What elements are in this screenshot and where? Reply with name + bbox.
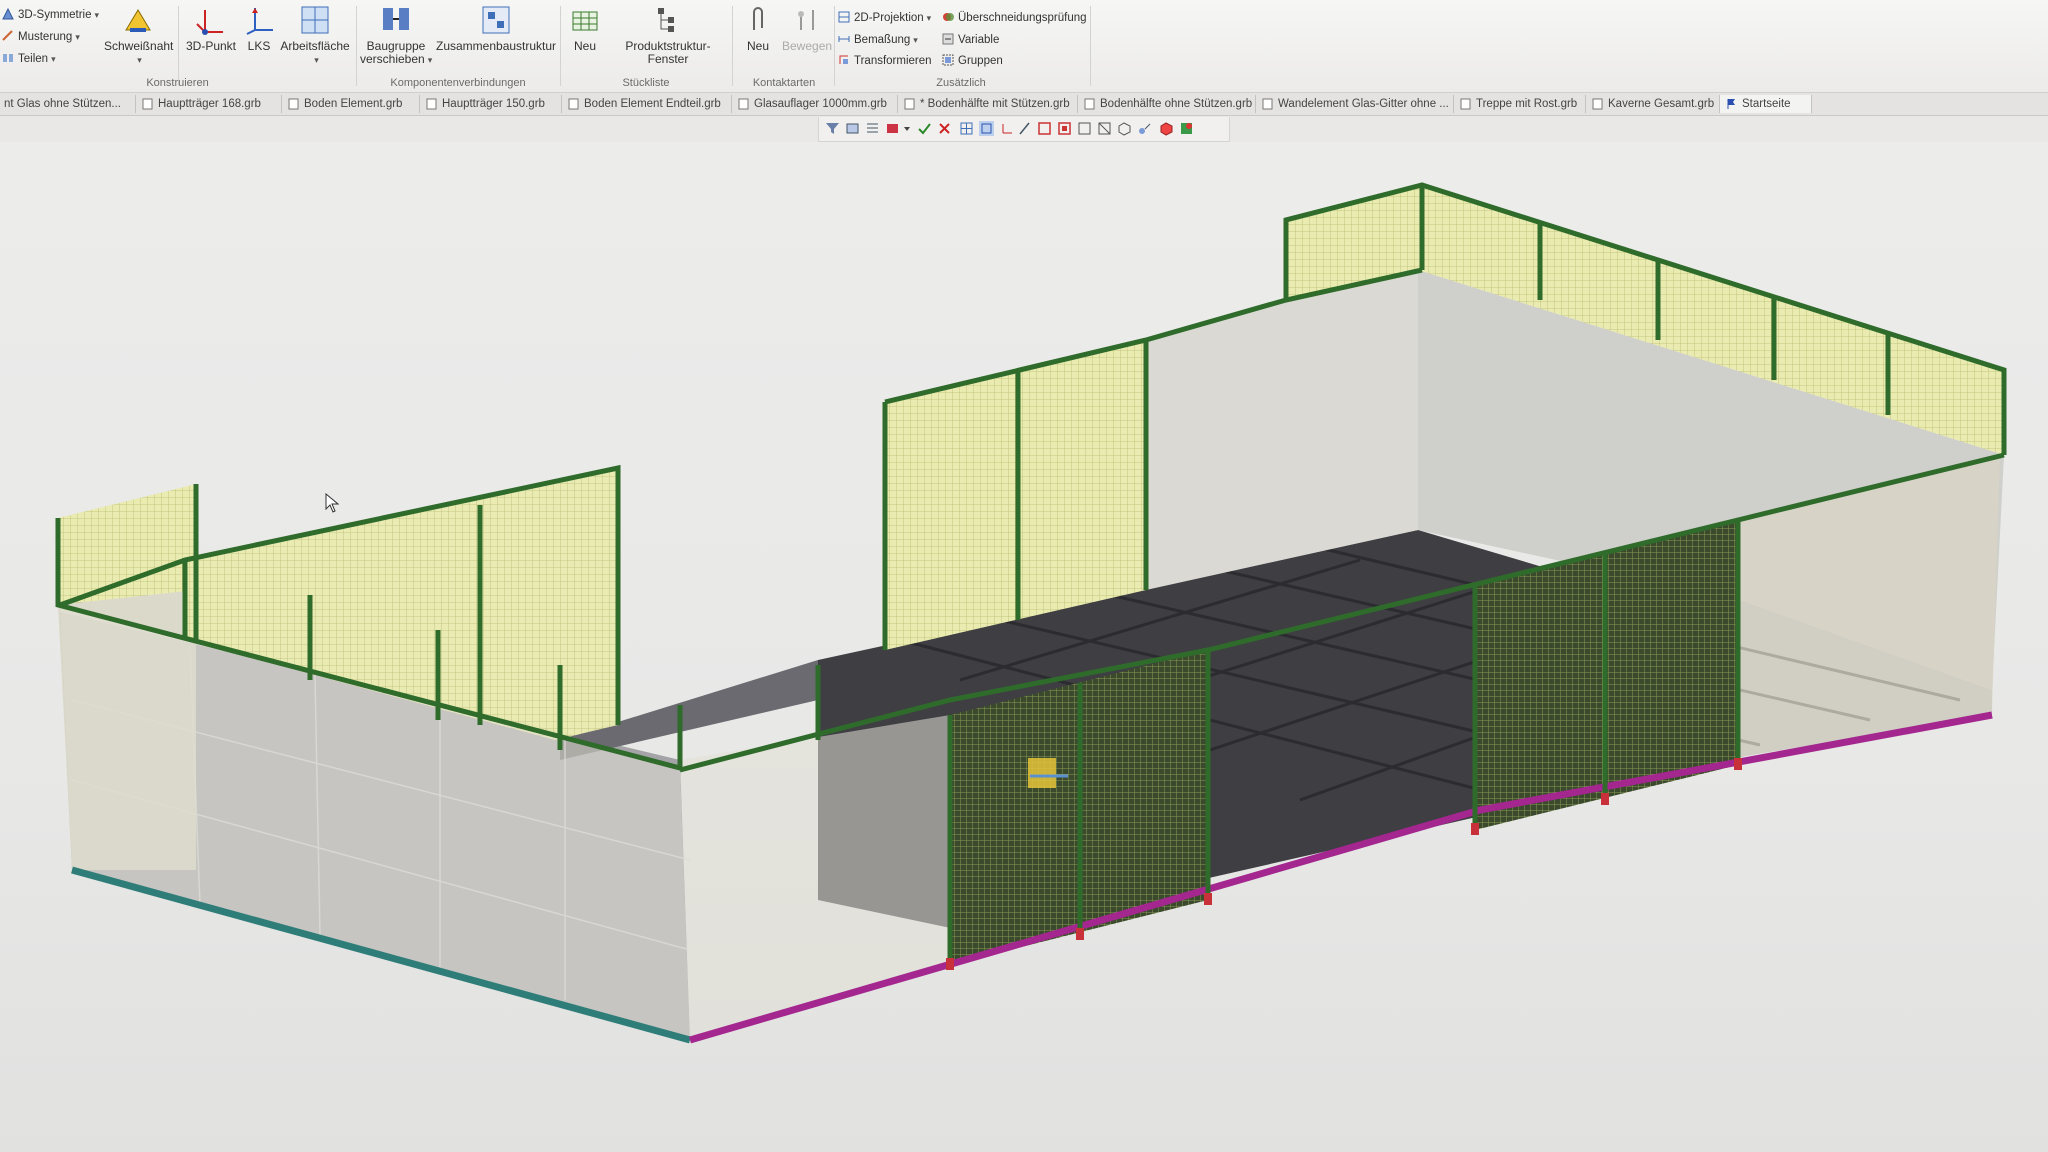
- wall-left-mesh[interactable]: [58, 484, 196, 605]
- 3d-viewport[interactable]: [0, 142, 2048, 1152]
- mouse-cursor-icon: [325, 493, 339, 513]
- assembly-model: [55, 182, 2007, 1044]
- front-glass-panel[interactable]: [680, 715, 950, 1040]
